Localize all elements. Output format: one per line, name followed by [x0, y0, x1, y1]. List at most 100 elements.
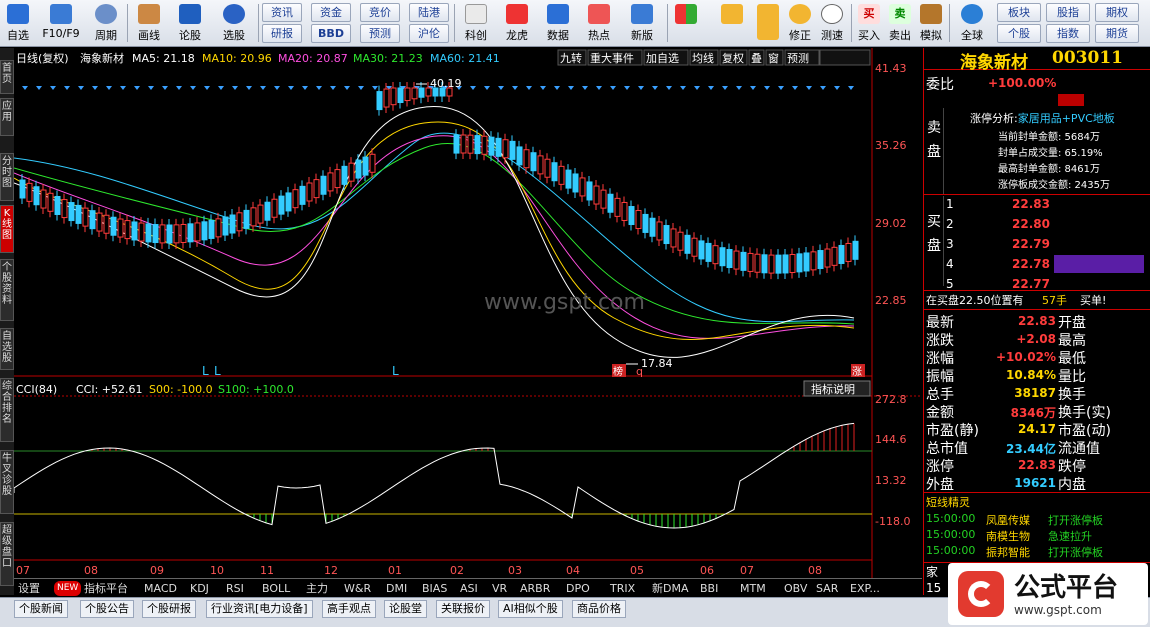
chart-tools-button[interactable]: [819, 49, 871, 66]
alert-time: 15:00:00: [926, 512, 976, 525]
tab-stock-info[interactable]: 个股资料: [0, 259, 14, 321]
indicator-tab-13[interactable]: ARBR: [520, 581, 550, 596]
btn-stock[interactable]: 个股: [997, 24, 1041, 43]
news-tab-3[interactable]: 行业资讯[电力设备]: [206, 600, 313, 618]
toolbar-f10[interactable]: F10/F9: [38, 2, 84, 45]
indicator-tab-15[interactable]: TRIX: [610, 581, 635, 596]
btn-options[interactable]: 期权: [1095, 3, 1139, 22]
toolbar-hotspot[interactable]: 热点: [581, 2, 617, 45]
btn-index-futures[interactable]: 股指: [1046, 3, 1090, 22]
bid-row-3[interactable]: 3 22.79: [946, 237, 1146, 255]
limit-sector: 家居用品+PVC地板: [1017, 112, 1115, 125]
watermark: www.gspt.com: [484, 290, 645, 315]
bid-row-2[interactable]: 2 22.80: [946, 217, 1146, 235]
indicator-tab-20[interactable]: SAR: [816, 581, 838, 596]
tab-diagnose[interactable]: 牛叉诊股: [0, 450, 14, 514]
bid-row-1[interactable]: 1 22.83: [946, 197, 1146, 215]
stat-right-label: 内盘: [1058, 477, 1086, 493]
tab-ranking[interactable]: 综合排名: [0, 378, 14, 442]
tab-timeshare[interactable]: 分时图: [0, 153, 14, 201]
indicator-tab-5[interactable]: RSI: [226, 581, 244, 596]
btn-shanghai-london[interactable]: 沪伦: [409, 24, 449, 43]
news-tab-4[interactable]: 高手观点: [322, 600, 376, 618]
tab-home[interactable]: 首页: [0, 60, 14, 94]
stat-right-label: 最高: [1058, 333, 1086, 349]
news-tab-8[interactable]: 商品价格: [572, 600, 626, 618]
news-tab-1[interactable]: 个股公告: [80, 600, 134, 618]
indicator-tab-21[interactable]: EXP...: [850, 581, 880, 596]
indicator-tab-16[interactable]: 新DMA: [652, 581, 689, 596]
pe-icon: [547, 4, 569, 24]
chart-stock-name: 海象新材: [80, 51, 124, 65]
toolbar-sell[interactable]: 卖卖出: [886, 2, 914, 45]
btn-forecast[interactable]: 预测: [360, 24, 400, 43]
indicator-tab-14[interactable]: DPO: [566, 581, 590, 596]
btn-research[interactable]: 研报: [262, 24, 302, 43]
buy-order-link[interactable]: 买单!: [1080, 292, 1106, 310]
indicator-tab-12[interactable]: VR: [492, 581, 507, 596]
indicator-tab-2[interactable]: 指标平台: [84, 581, 128, 596]
indicator-tab-6[interactable]: BOLL: [262, 581, 290, 596]
news-tab-7[interactable]: AI相似个股: [498, 600, 563, 618]
toolbar-data[interactable]: 数据: [540, 2, 576, 45]
toolbar-period[interactable]: 周期: [88, 2, 124, 45]
toolbar-correct[interactable]: 修正: [786, 2, 814, 45]
indicator-tab-8[interactable]: W&R: [344, 581, 371, 596]
pencil-icon: [138, 4, 160, 24]
toolbar-star-market[interactable]: 科创: [458, 2, 494, 45]
date-label-0: 07: [16, 564, 30, 577]
btn-bbd[interactable]: BBD: [311, 24, 351, 43]
alert-stock: 凤凰传媒: [986, 514, 1030, 527]
chart-icon: [465, 4, 487, 24]
indicator-tab-11[interactable]: ASI: [460, 581, 478, 596]
bid-price: 22.80: [1012, 217, 1050, 231]
bid-extra-volume: 57手: [1042, 294, 1067, 307]
news-tab-0[interactable]: 个股新闻: [14, 600, 68, 618]
news-tab-2[interactable]: 个股研报: [142, 600, 196, 618]
toolbar-speedtest[interactable]: 测速: [818, 2, 846, 45]
btn-index[interactable]: 指数: [1046, 24, 1090, 43]
btn-hk-connect[interactable]: 陆港: [409, 3, 449, 22]
indicator-tab-9[interactable]: DMI: [386, 581, 407, 596]
toolbar-simulate[interactable]: 模拟: [917, 2, 945, 45]
collapse-arrow-icon[interactable]: [1058, 94, 1084, 106]
indicator-tab-10[interactable]: BIAS: [422, 581, 447, 596]
indicator-tab-4[interactable]: KDJ: [190, 581, 209, 596]
indicator-tab-1[interactable]: NEW: [54, 581, 82, 596]
indicator-tab-3[interactable]: MACD: [144, 581, 177, 596]
toolbar-global[interactable]: 全球: [953, 2, 991, 45]
toolbar-dragon[interactable]: 龙虎: [499, 2, 535, 45]
tab-super-order[interactable]: 超级盘口: [0, 522, 14, 586]
toolbar-draw[interactable]: 画线: [131, 2, 167, 45]
toolbar-stock-picker[interactable]: 选股: [214, 2, 254, 45]
date-label-6: 01: [388, 564, 402, 577]
btn-sector[interactable]: 板块: [997, 3, 1041, 22]
news-tab-5[interactable]: 论股堂: [384, 600, 427, 618]
indicator-tab-18[interactable]: MTM: [740, 581, 766, 596]
toolbar-discuss[interactable]: 论股: [172, 2, 208, 45]
indicator-tab-0[interactable]: 设置: [18, 581, 40, 596]
short-alert-2[interactable]: 15:00:00 振邦智能 打开涨停板: [926, 544, 1103, 562]
indicator-tab-7[interactable]: 主力: [306, 581, 328, 596]
indicator-tab-17[interactable]: BBI: [700, 581, 718, 596]
buy-label: 买盘: [927, 214, 941, 254]
arrow-left-icon: [721, 4, 743, 24]
toolbar-up-down[interactable]: [754, 2, 782, 45]
tab-apps[interactable]: 应用: [0, 98, 14, 136]
toolbar-back[interactable]: [718, 2, 746, 45]
btn-funds[interactable]: 资金: [311, 3, 351, 22]
high-price-mark: 40.19: [430, 77, 462, 90]
indicator-tab-19[interactable]: OBV: [784, 581, 807, 596]
toolbar-buy[interactable]: 买买入: [855, 2, 883, 45]
globe-icon: [961, 4, 983, 24]
btn-futures[interactable]: 期货: [1095, 24, 1139, 43]
kline-chart-area[interactable]: 日线(复权) 海象新材 MA5: 21.18 MA10: 20.96 MA20:…: [13, 48, 922, 578]
btn-news[interactable]: 资讯: [262, 3, 302, 22]
toolbar-new-version[interactable]: 新版: [622, 2, 662, 45]
btn-auction[interactable]: 竞价: [360, 3, 400, 22]
toolbar-self-select[interactable]: 自选: [2, 2, 34, 45]
toolbar-layout[interactable]: [672, 2, 700, 45]
tab-watchlist[interactable]: 自选股: [0, 328, 14, 370]
tab-kline[interactable]: K线图: [0, 205, 14, 253]
news-tab-6[interactable]: 关联报价: [436, 600, 490, 618]
